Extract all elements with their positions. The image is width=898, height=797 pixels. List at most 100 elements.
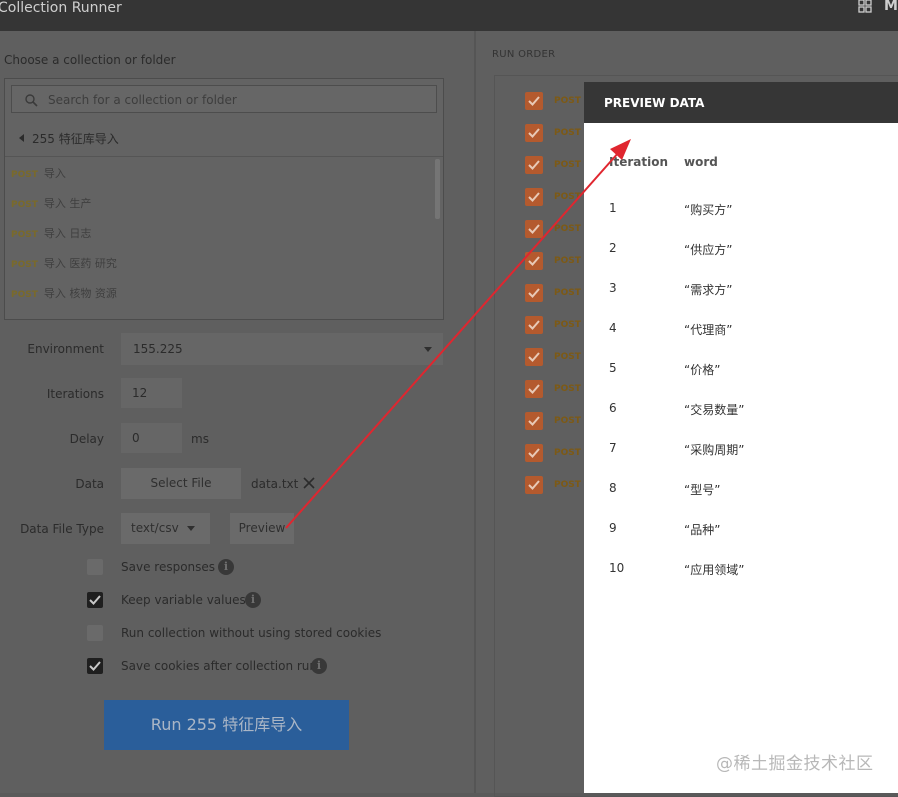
method-badge: POST xyxy=(554,288,581,298)
search-placeholder: Search for a collection or folder xyxy=(48,93,237,107)
run-order-checkbox[interactable] xyxy=(525,92,543,110)
checkmark-icon xyxy=(528,96,540,106)
table-cell-iteration: 9 xyxy=(609,521,617,535)
collection-picker: Search for a collection or folder 255 特征… xyxy=(4,78,444,320)
iterations-input[interactable]: 12 xyxy=(121,378,182,408)
info-icon[interactable]: i xyxy=(311,658,327,674)
method-badge: POST xyxy=(554,128,581,138)
run-order-checkbox[interactable] xyxy=(525,284,543,302)
request-name: 导入 生产 xyxy=(43,197,92,210)
run-order-checkbox[interactable] xyxy=(525,444,543,462)
checkmark-icon xyxy=(528,128,540,138)
run-order-checkbox[interactable] xyxy=(525,316,543,334)
data-file-type-select[interactable]: text/csv xyxy=(121,513,210,544)
run-collection-button[interactable]: Run 255 特征库导入 xyxy=(104,700,349,750)
table-cell-word: “价格” xyxy=(684,363,721,377)
iterations-value: 12 xyxy=(132,386,148,400)
method-badge: POST xyxy=(554,256,581,266)
run-order-checkbox[interactable] xyxy=(525,156,543,174)
checkmark-icon xyxy=(528,288,540,298)
table-cell-word: “品种” xyxy=(684,523,721,537)
table-cell-word: “交易数量” xyxy=(684,403,745,417)
list-item[interactable]: POST 导入 核物 资源 xyxy=(11,285,117,303)
table-cell-iteration: 2 xyxy=(609,241,617,255)
chevron-down-icon xyxy=(187,526,195,531)
checkmark-icon xyxy=(528,384,540,394)
table-cell-iteration: 6 xyxy=(609,401,617,415)
method-badge: POST xyxy=(554,96,581,106)
list-scrollbar[interactable] xyxy=(435,159,440,219)
option-label: Save cookies after collection run xyxy=(121,659,318,673)
run-order-checkbox[interactable] xyxy=(525,220,543,238)
selected-file-name: data.txt xyxy=(251,477,299,491)
method-badge: POST xyxy=(554,224,581,234)
request-name: 导入 日志 xyxy=(43,227,92,240)
list-item[interactable]: POST 导入 医药 研究 xyxy=(11,255,117,273)
delay-input[interactable]: 0 xyxy=(121,423,182,453)
option-label: Run collection without using stored cook… xyxy=(121,626,382,640)
table-cell-word: “供应方” xyxy=(684,243,733,257)
checkmark-icon xyxy=(528,480,540,490)
run-order-label: RUN ORDER xyxy=(492,49,556,60)
list-item[interactable]: POST 导入 xyxy=(11,165,66,183)
delay-value: 0 xyxy=(132,431,140,445)
method-badge: POST xyxy=(554,320,581,330)
breadcrumb-label: 255 特征库导入 xyxy=(32,132,119,146)
run-order-checkbox[interactable] xyxy=(525,188,543,206)
grid-icon[interactable] xyxy=(858,0,872,13)
save-responses-checkbox[interactable] xyxy=(87,559,103,575)
environment-select[interactable]: 155.225 xyxy=(121,333,443,365)
method-badge: POST xyxy=(554,416,581,426)
request-list: POST 导入 POST 导入 生产 POST 导入 日志 POST 导入 医药 研究 … xyxy=(5,157,433,319)
collection-search-input[interactable]: Search for a collection or folder xyxy=(11,85,437,113)
environment-value: 155.225 xyxy=(133,342,183,356)
table-cell-word: “应用领域” xyxy=(684,563,745,577)
method-badge: POST xyxy=(11,290,38,300)
delay-label: Delay xyxy=(69,432,104,446)
run-order-checkbox[interactable] xyxy=(525,412,543,430)
option-label: Save responses xyxy=(121,560,216,574)
request-name: 导入 医药 研究 xyxy=(43,257,117,270)
search-icon xyxy=(25,94,38,107)
info-icon[interactable]: i xyxy=(245,592,261,608)
user-menu[interactable]: My xyxy=(884,0,898,14)
table-cell-iteration: 1 xyxy=(609,201,617,215)
run-order-checkbox[interactable] xyxy=(525,124,543,142)
column-header-word: word xyxy=(684,155,718,169)
method-badge: POST xyxy=(554,448,581,458)
checkmark-icon xyxy=(528,320,540,330)
checkmark-icon xyxy=(89,661,101,671)
watermark: @稀土掘金技术社区 xyxy=(716,754,874,774)
data-file-type-label: Data File Type xyxy=(20,522,104,536)
run-order-checkbox[interactable] xyxy=(525,252,543,270)
table-cell-word: “购买方” xyxy=(684,203,733,217)
close-icon[interactable] xyxy=(302,476,316,490)
run-order-checkbox[interactable] xyxy=(525,348,543,366)
back-arrow-icon xyxy=(19,134,24,142)
chevron-down-icon xyxy=(424,347,432,352)
list-item[interactable]: POST 导入 生产 xyxy=(11,195,91,213)
info-icon[interactable]: i xyxy=(218,559,234,575)
data-label: Data xyxy=(75,477,104,491)
table-cell-iteration: 7 xyxy=(609,441,617,455)
collection-breadcrumb[interactable]: 255 特征库导入 xyxy=(19,130,119,147)
save-cookies-checkbox[interactable] xyxy=(87,658,103,674)
list-item[interactable]: POST 导入 日志 xyxy=(11,225,91,243)
method-badge: POST xyxy=(11,200,38,210)
method-badge: POST xyxy=(554,480,581,490)
method-badge: POST xyxy=(11,260,38,270)
keep-variable-values-checkbox[interactable] xyxy=(87,592,103,608)
checkmark-icon xyxy=(528,448,540,458)
run-order-checkbox[interactable] xyxy=(525,476,543,494)
select-file-button[interactable]: Select File xyxy=(121,468,241,499)
run-order-checkbox[interactable] xyxy=(525,380,543,398)
table-cell-word: “型号” xyxy=(684,483,721,497)
data-file-type-value: text/csv xyxy=(131,521,179,535)
preview-button[interactable]: Preview xyxy=(230,513,294,544)
table-cell-iteration: 3 xyxy=(609,281,617,295)
table-cell-word: “采购周期” xyxy=(684,443,745,457)
no-stored-cookies-checkbox[interactable] xyxy=(87,625,103,641)
request-name: 导入 xyxy=(43,167,66,180)
method-badge: POST xyxy=(11,170,38,180)
modal-header: PREVIEW DATA xyxy=(584,82,898,123)
